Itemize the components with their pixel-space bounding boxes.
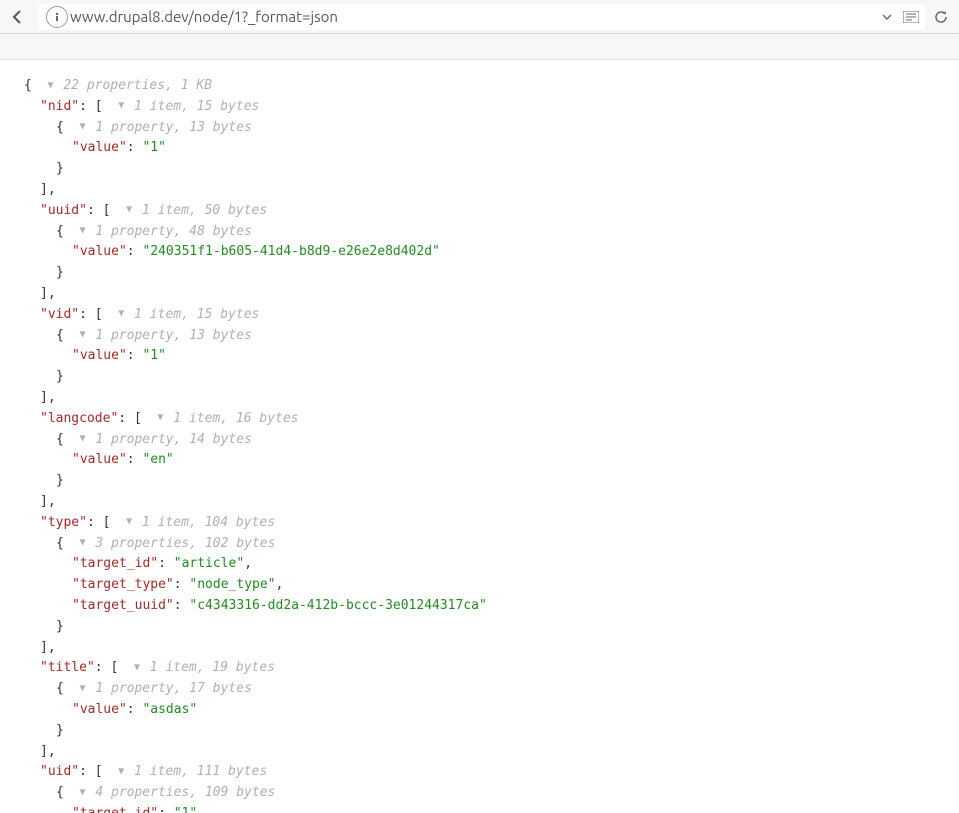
json-line: "value": "240351f1-b605-41d4-b8d9-e26e2e… [24,242,935,263]
site-info-icon[interactable] [46,6,68,28]
json-line: ], [24,492,935,513]
json-line: "type": [ ▼ 1 item, 104 bytes [24,513,935,534]
json-line: { ▼ 1 property, 13 bytes [24,326,935,347]
json-line: { ▼ 4 properties, 109 bytes [24,783,935,804]
json-line: "target_type": "node_type", [24,575,935,596]
json-line: } [24,721,935,742]
json-line: } [24,617,935,638]
json-line: ], [24,742,935,763]
back-arrow-icon [10,9,26,25]
json-line: } [24,263,935,284]
json-line: } [24,367,935,388]
dropdown-icon[interactable] [877,7,897,27]
json-line: "target_uuid": "c4343316-dd2a-412b-bccc-… [24,596,935,617]
json-line: { ▼ 1 property, 13 bytes [24,118,935,139]
json-line: "target_id": "article", [24,554,935,575]
json-line: { ▼ 22 properties, 1 KB [24,76,935,97]
json-line: "value": "en" [24,450,935,471]
url-bar [38,4,925,30]
json-line: "vid": [ ▼ 1 item, 15 bytes [24,305,935,326]
tab-strip [0,34,959,60]
url-actions [877,7,921,27]
json-line: { ▼ 1 property, 14 bytes [24,430,935,451]
json-line: "uid": [ ▼ 1 item, 111 bytes [24,762,935,783]
json-line: "value": "1" [24,138,935,159]
browser-toolbar [0,0,959,34]
json-line: { ▼ 1 property, 48 bytes [24,222,935,243]
json-line: { ▼ 3 properties, 102 bytes [24,534,935,555]
json-line: "langcode": [ ▼ 1 item, 16 bytes [24,409,935,430]
reload-icon[interactable] [931,7,951,27]
json-line: "value": "asdas" [24,700,935,721]
json-line: } [24,159,935,180]
json-line: ], [24,180,935,201]
json-line: "target_id": "1", [24,804,935,813]
json-line: ], [24,284,935,305]
json-line: } [24,471,935,492]
reader-mode-icon[interactable] [901,7,921,27]
json-line: "value": "1" [24,346,935,367]
json-viewer: { ▼ 22 properties, 1 KB"nid": [ ▼ 1 item… [0,60,959,813]
url-input[interactable] [70,8,877,25]
json-line: "title": [ ▼ 1 item, 19 bytes [24,658,935,679]
json-line: "nid": [ ▼ 1 item, 15 bytes [24,97,935,118]
json-line: ], [24,638,935,659]
json-line: { ▼ 1 property, 17 bytes [24,679,935,700]
back-button[interactable] [4,3,32,31]
json-line: ], [24,388,935,409]
json-line: "uuid": [ ▼ 1 item, 50 bytes [24,201,935,222]
